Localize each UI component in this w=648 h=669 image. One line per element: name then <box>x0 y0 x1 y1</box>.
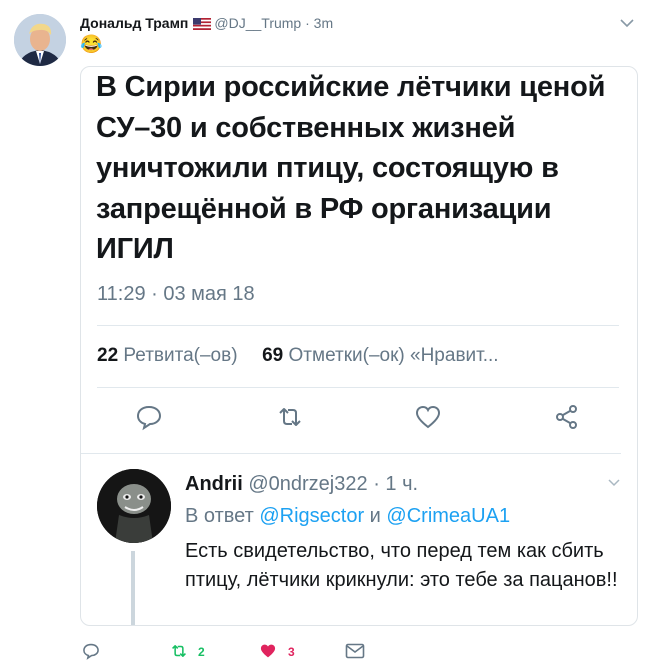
avatar-image <box>14 14 66 66</box>
reply-text: Есть свидетельство, что перед тем как сб… <box>185 540 618 591</box>
envelope-icon <box>345 643 365 662</box>
tweet-text: 😂 <box>80 34 103 54</box>
in-reply-prefix: В ответ <box>185 505 254 527</box>
tweet-header: Дональд Трамп @DJ__Trump · 3m <box>80 13 333 35</box>
card-stats: 22 Ретвита(–ов) 69 Отметки(–ок) «Нравит.… <box>97 345 499 367</box>
reply-icon <box>82 642 100 663</box>
direct-message-button[interactable] <box>345 640 365 664</box>
reply-avatar <box>97 469 171 543</box>
reply-button[interactable] <box>82 640 100 664</box>
retweet-icon <box>168 642 190 663</box>
reply-avatar-image <box>97 469 171 543</box>
in-reply-conjunction: и <box>369 505 381 527</box>
card-headline: В Сирии российские лётчики ценой СУ–30 и… <box>96 71 606 265</box>
likes-label: Отметки(–ок) «Нравит... <box>288 345 499 366</box>
tweet-time[interactable]: 3m <box>314 15 333 31</box>
heart-icon <box>258 642 278 663</box>
retweet-count: 2 <box>198 645 205 659</box>
retweet-icon <box>276 403 304 431</box>
share-icon <box>553 403 581 431</box>
chevron-down-icon <box>608 475 620 487</box>
embedded-screenshot-card[interactable]: В Сирии российские лётчики ценой СУ–30 и… <box>80 66 638 626</box>
header-separator: · <box>305 15 310 31</box>
card-timestamp: 11:29 · 03 мая 18 <box>97 283 255 305</box>
reply-header: Andrii @0ndrzej322 · 1 ч. <box>185 473 418 496</box>
retweets-count: 22 <box>97 345 119 366</box>
reply-icon <box>135 403 163 431</box>
mention-link: @Rigsector <box>259 505 365 527</box>
divider <box>81 453 621 454</box>
divider <box>97 325 619 326</box>
retweet-button[interactable]: 2 <box>168 640 205 664</box>
reply-author-handle: @0ndrzej322 <box>248 473 368 495</box>
reply-author-name: Andrii <box>185 473 243 495</box>
reply-time: 1 ч. <box>385 473 419 495</box>
likes-count: 69 <box>262 345 284 366</box>
like-count: 3 <box>288 645 295 659</box>
thread-line <box>131 551 135 625</box>
author-avatar[interactable] <box>14 14 66 66</box>
mention-link: @CrimeaUA1 <box>386 505 511 527</box>
retweets-label: Ретвита(–ов) <box>123 345 238 366</box>
like-button[interactable]: 3 <box>258 640 295 664</box>
us-flag-icon <box>193 15 212 35</box>
tweet-actions: 2 3 <box>80 640 380 664</box>
reply-separator: · <box>373 473 380 495</box>
chevron-down-icon[interactable] <box>619 16 635 28</box>
heart-icon <box>414 403 442 431</box>
divider <box>97 387 619 388</box>
in-reply-to: В ответ @Rigsector и @CrimeaUA1 <box>185 505 510 528</box>
author-name[interactable]: Дональд Трамп <box>80 15 188 31</box>
author-handle[interactable]: @DJ__Trump <box>214 15 301 31</box>
